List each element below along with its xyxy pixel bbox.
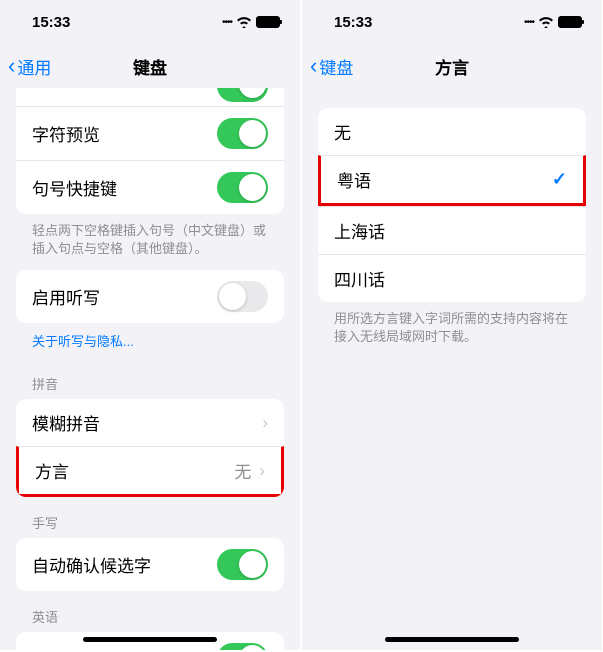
header-pinyin: 拼音 [0, 358, 300, 399]
toggle-enable-dictation[interactable] [217, 281, 268, 312]
back-button[interactable]: ‹ 通用 [8, 53, 51, 79]
label-none: 无 [334, 119, 351, 144]
value-dialect: 无 [234, 458, 251, 483]
dictation-privacy-link[interactable]: 关于听写与隐私... [0, 323, 300, 358]
option-cantonese[interactable]: 粤语 ✓ [318, 155, 586, 206]
row-dialect[interactable]: 方言 无 › [16, 446, 284, 497]
group-dialect-options: 无 粤语 ✓ 上海话 四川话 [318, 108, 586, 302]
content: 字符预览 句号快捷键 轻点两下空格键插入句号（中文键盘）或插入句点与空格（其他键… [0, 88, 300, 650]
row-fuzzy-pinyin[interactable]: 模糊拼音 › [16, 399, 284, 446]
header-handwriting: 手写 [0, 497, 300, 538]
label-period-shortcut: 句号快捷键 [32, 175, 117, 200]
toggle-auto-cap[interactable] [217, 643, 268, 650]
status-time: 15:33 [32, 14, 70, 31]
row-auto-confirm: 自动确认候选字 [16, 538, 284, 591]
back-label: 键盘 [319, 54, 353, 79]
checkmark-icon: ✓ [552, 169, 567, 190]
option-shanghainese[interactable]: 上海话 [318, 206, 586, 254]
cellular-icon: •••• [222, 17, 232, 28]
chevron-left-icon: ‹ [310, 53, 317, 79]
status-bar: 15:33 •••• [0, 0, 300, 44]
chevron-left-icon: ‹ [8, 53, 15, 79]
group-dictation: 启用听写 [16, 270, 284, 323]
row-char-preview: 字符预览 [16, 106, 284, 160]
group-handwriting: 自动确认候选字 [16, 538, 284, 591]
option-sichuanese[interactable]: 四川话 [318, 254, 586, 302]
row-enable-dictation: 启用听写 [16, 270, 284, 323]
toggle-auto-confirm[interactable] [217, 549, 268, 580]
screen-keyboard-settings: 15:33 •••• ‹ 通用 键盘 字符预览 句号快捷键 [0, 0, 300, 650]
label-enable-dictation: 启用听写 [32, 284, 100, 309]
status-time: 15:33 [334, 14, 372, 31]
row-period-shortcut: 句号快捷键 [16, 160, 284, 214]
status-bar: 15:33 •••• [302, 0, 602, 44]
battery-icon [256, 16, 280, 28]
home-indicator[interactable] [385, 637, 519, 642]
content: 无 粤语 ✓ 上海话 四川话 用所选方言键入字词所需的支持内容将在接入无线局域网… [302, 88, 602, 358]
home-indicator[interactable] [83, 637, 217, 642]
chevron-right-icon: › [262, 413, 268, 433]
label-dialect: 方言 [35, 458, 69, 483]
label-auto-confirm: 自动确认候选字 [32, 552, 151, 577]
page-title: 键盘 [133, 54, 167, 79]
screen-dialect-select: 15:33 •••• ‹ 键盘 方言 无 粤语 ✓ 上海话 四川话 [302, 0, 602, 650]
page-title: 方言 [435, 54, 469, 79]
row-trail: 无 › [234, 458, 265, 483]
label-sichuanese: 四川话 [334, 266, 385, 291]
toggle-period-shortcut[interactable] [217, 172, 268, 203]
status-icons: •••• [524, 16, 582, 28]
status-icons: •••• [222, 16, 280, 28]
chevron-right-icon: › [259, 461, 265, 481]
battery-icon [558, 16, 582, 28]
option-none[interactable]: 无 [318, 108, 586, 155]
wifi-icon [538, 16, 554, 28]
group-pinyin: 模糊拼音 › 方言 无 › [16, 399, 284, 497]
nav-bar: ‹ 通用 键盘 [0, 44, 300, 88]
label-shanghainese: 上海话 [334, 218, 385, 243]
note-dialect: 用所选方言键入字词所需的支持内容将在接入无线局域网时下载。 [302, 302, 602, 358]
wifi-icon [236, 16, 252, 28]
back-label: 通用 [17, 54, 51, 79]
group-general: 字符预览 句号快捷键 [16, 88, 284, 214]
label-auto-cap: 首字母自动大写 [32, 646, 151, 650]
header-english: 英语 [0, 591, 300, 632]
toggle-char-preview[interactable] [217, 118, 268, 149]
row-peek [16, 88, 284, 106]
note-period: 轻点两下空格键插入句号（中文键盘）或插入句点与空格（其他键盘）。 [0, 214, 300, 270]
toggle-peek[interactable] [217, 88, 268, 102]
label-fuzzy-pinyin: 模糊拼音 [32, 410, 100, 435]
cellular-icon: •••• [524, 17, 534, 28]
back-button[interactable]: ‹ 键盘 [310, 53, 353, 79]
label-cantonese: 粤语 [337, 167, 371, 192]
nav-bar: ‹ 键盘 方言 [302, 44, 602, 88]
label-char-preview: 字符预览 [32, 121, 100, 146]
